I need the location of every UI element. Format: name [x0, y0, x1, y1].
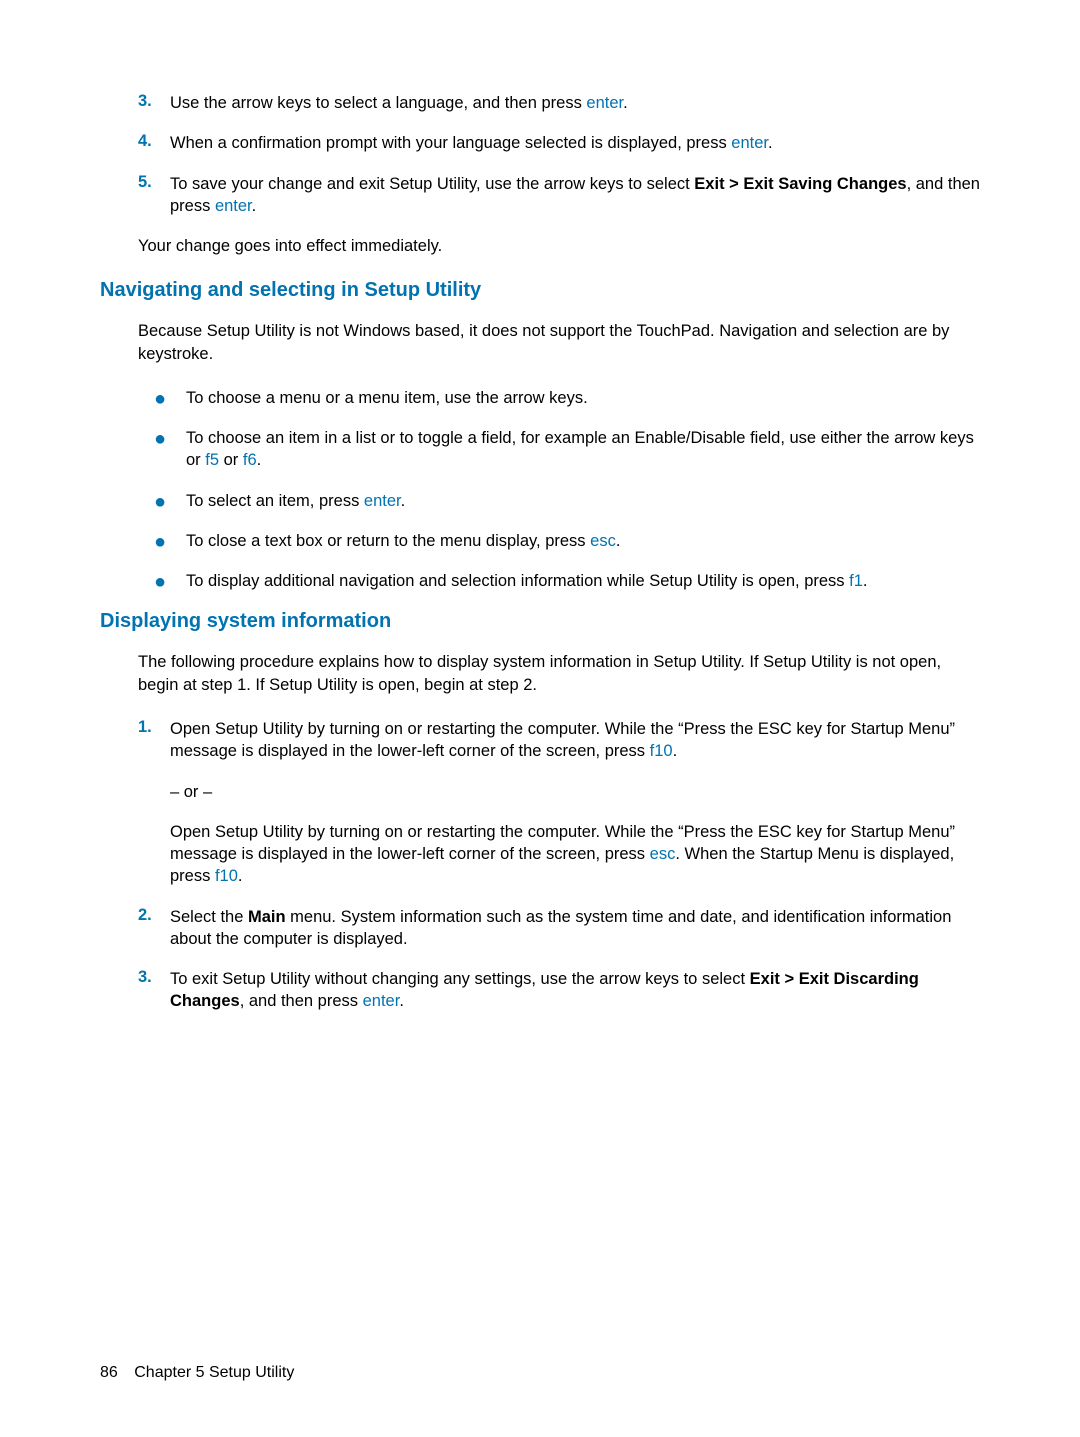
- bullet-icon: ●: [100, 570, 186, 592]
- intro-text: Because Setup Utility is not Windows bas…: [100, 320, 980, 365]
- key-enter: enter: [215, 197, 252, 215]
- key-enter: enter: [363, 992, 400, 1010]
- numbered-list-bottom: 1. Open Setup Utility by turning on or r…: [100, 718, 980, 1013]
- list-item: ● To close a text box or return to the m…: [100, 530, 980, 552]
- list-item: ● To select an item, press enter.: [100, 490, 980, 512]
- list-item: 2. Select the Main menu. System informat…: [100, 906, 980, 951]
- list-text: To close a text box or return to the men…: [186, 530, 980, 552]
- list-text: To choose a menu or a menu item, use the…: [186, 387, 980, 409]
- key-enter: enter: [364, 492, 401, 510]
- bullet-icon: ●: [100, 490, 186, 512]
- document-page: 3. Use the arrow keys to select a langua…: [0, 0, 1080, 1013]
- key-esc: esc: [650, 845, 676, 863]
- key-f10: f10: [215, 867, 238, 885]
- list-number: 3.: [100, 92, 170, 111]
- list-text: Use the arrow keys to select a language,…: [170, 92, 980, 114]
- bullet-icon: ●: [100, 387, 186, 409]
- list-number: 1.: [100, 718, 170, 737]
- heading-displaying: Displaying system information: [100, 610, 980, 633]
- list-number: 5.: [100, 173, 170, 192]
- bullet-list: ● To choose a menu or a menu item, use t…: [100, 387, 980, 593]
- list-item: ● To choose an item in a list or to togg…: [100, 427, 980, 472]
- list-text: To choose an item in a list or to toggle…: [186, 427, 980, 472]
- key-f10: f10: [650, 742, 673, 760]
- chapter-label: Chapter 5 Setup Utility: [134, 1364, 294, 1382]
- menu-path: Exit > Exit Saving Changes: [694, 175, 906, 193]
- list-item: 3. Use the arrow keys to select a langua…: [100, 92, 980, 114]
- intro-text: The following procedure explains how to …: [100, 651, 980, 696]
- list-number: 4.: [100, 132, 170, 151]
- list-text: When a confirmation prompt with your lan…: [170, 132, 980, 154]
- heading-navigating: Navigating and selecting in Setup Utilit…: [100, 279, 980, 302]
- key-f1: f1: [849, 572, 863, 590]
- key-esc: esc: [590, 532, 616, 550]
- list-item: 3. To exit Setup Utility without changin…: [100, 968, 980, 1013]
- list-text: Select the Main menu. System information…: [170, 906, 980, 951]
- list-number: 2.: [100, 906, 170, 925]
- note-text: Your change goes into effect immediately…: [100, 235, 980, 257]
- list-text: Open Setup Utility by turning on or rest…: [170, 718, 980, 888]
- key-f6: f6: [243, 451, 257, 469]
- list-text: To display additional navigation and sel…: [186, 570, 980, 592]
- page-footer: 86 Chapter 5 Setup Utility: [100, 1364, 294, 1382]
- list-number: 3.: [100, 968, 170, 987]
- bullet-icon: ●: [100, 530, 186, 552]
- page-number: 86: [100, 1364, 118, 1382]
- list-text: To select an item, press enter.: [186, 490, 980, 512]
- list-text: To exit Setup Utility without changing a…: [170, 968, 980, 1013]
- key-f5: f5: [205, 451, 219, 469]
- key-enter: enter: [586, 94, 623, 112]
- key-enter: enter: [731, 134, 768, 152]
- list-text: To save your change and exit Setup Utili…: [170, 173, 980, 218]
- list-item: 5. To save your change and exit Setup Ut…: [100, 173, 980, 218]
- bullet-icon: ●: [100, 427, 186, 449]
- list-item: 4. When a confirmation prompt with your …: [100, 132, 980, 154]
- list-item: ● To choose a menu or a menu item, use t…: [100, 387, 980, 409]
- numbered-list-top: 3. Use the arrow keys to select a langua…: [100, 92, 980, 217]
- menu-main: Main: [248, 908, 286, 926]
- list-item: ● To display additional navigation and s…: [100, 570, 980, 592]
- or-separator: – or –: [170, 781, 980, 803]
- list-item: 1. Open Setup Utility by turning on or r…: [100, 718, 980, 888]
